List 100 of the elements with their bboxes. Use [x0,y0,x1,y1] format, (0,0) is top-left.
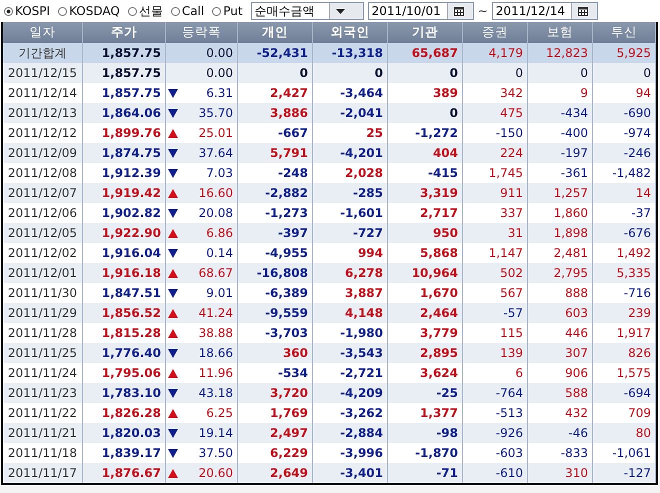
flow-cell: 1,257 [528,183,593,203]
market-radio[interactable]: Call [170,4,204,18]
flow-cell: 502 [463,263,528,283]
calendar-icon [578,6,588,16]
date-cell: 2011/11/17 [3,463,83,483]
flow-cell: 3,319 [388,183,463,203]
flow-cell: -397 [238,223,313,243]
flow-cell: 307 [528,343,593,363]
date-cell: 2011/12/15 [3,63,83,83]
flow-cell: 14 [593,183,656,203]
flow-cell: -16,808 [238,263,313,283]
price-cell: 1,856.52 [83,303,166,323]
flow-cell: 2,497 [238,423,313,443]
flow-cell: 2,795 [528,263,593,283]
market-radio[interactable]: Put [212,4,243,18]
change-cell: 35.70 [166,103,238,123]
price-cell: 1,919.42 [83,183,166,203]
up-triangle-icon [168,408,178,418]
flow-cell: -71 [388,463,463,483]
flow-cell: -4,209 [313,383,388,403]
down-triangle-icon [168,248,178,258]
market-radio[interactable]: KOSDAQ [58,4,120,18]
price-cell: 1,876.67 [83,463,166,483]
flow-cell: 404 [388,143,463,163]
price-cell: 1,820.03 [83,423,166,443]
flow-cell: 0 [238,63,313,83]
down-triangle-icon [168,288,178,298]
date-field[interactable]: 2011/12/14 [492,2,598,20]
flow-cell: -926 [463,423,528,443]
date-cell: 2011/11/23 [3,383,83,403]
down-triangle-icon [168,148,178,158]
change-cell: 0.00 [166,63,238,83]
flow-cell: 588 [528,383,593,403]
flow-cell: -4,201 [313,143,388,163]
up-triangle-icon [168,468,178,478]
up-triangle-icon [168,128,178,138]
flow-cell: 310 [528,463,593,483]
measure-dropdown[interactable]: 순매수금액 [250,2,364,20]
price-cell: 1,857.75 [83,63,166,83]
flow-cell: -57 [463,303,528,323]
price-cell: 1,783.10 [83,383,166,403]
flow-cell: 0 [463,63,528,83]
flow-cell: 0 [313,63,388,83]
down-triangle-icon [168,88,178,98]
flow-cell: 2,464 [388,303,463,323]
flow-cell: 0 [528,63,593,83]
change-cell: 37.64 [166,143,238,163]
flow-cell: 360 [238,343,313,363]
up-triangle-icon [168,268,178,278]
up-triangle-icon [168,308,178,318]
change-cell: 6.86 [166,223,238,243]
flow-cell: 6,278 [313,263,388,283]
flow-cell: -3,543 [313,343,388,363]
market-radio[interactable]: 선물 [128,2,163,20]
change-cell: 68.67 [166,263,238,283]
flow-cell: -9,559 [238,303,313,323]
flow-cell: 5,791 [238,143,313,163]
date-cell: 2011/11/25 [3,343,83,363]
flow-cell: -246 [593,143,656,163]
flow-cell: 3,720 [238,383,313,403]
flow-cell: 475 [463,103,528,123]
flow-cell: 4,148 [313,303,388,323]
down-triangle-icon [168,208,178,218]
flow-cell: 3,886 [238,103,313,123]
flow-cell: -690 [593,103,656,123]
flow-cell: -694 [593,383,656,403]
caret-icon [336,8,346,14]
down-triangle-icon [168,388,178,398]
date-field[interactable]: 2011/10/01 [368,2,474,20]
flow-cell: 0 [593,63,656,83]
down-triangle-icon [168,428,178,438]
change-cell: 43.18 [166,383,238,403]
flow-cell: -2,882 [238,183,313,203]
price-cell: 1,864.06 [83,103,166,123]
flow-cell: -3,401 [313,463,388,483]
flow-cell: 826 [593,343,656,363]
down-triangle-icon [168,348,178,358]
flow-cell: -46 [528,423,593,443]
flow-cell: -610 [463,463,528,483]
price-cell: 1,916.18 [83,263,166,283]
calendar-icon [454,6,464,16]
flow-cell: 5,335 [593,263,656,283]
date-cell: 2011/12/09 [3,143,83,163]
change-cell: 19.14 [166,423,238,443]
flow-cell: 239 [593,303,656,323]
change-cell: 16.60 [166,183,238,203]
flow-cell: 31 [463,223,528,243]
flow-cell: -727 [313,223,388,243]
flow-cell: -2,884 [313,423,388,443]
flow-cell: 0 [388,63,463,83]
flow-cell: 2,649 [238,463,313,483]
flow-cell: 0 [388,103,463,123]
up-triangle-icon [168,368,178,378]
flow-cell: -434 [528,103,593,123]
flow-cell: -676 [593,223,656,243]
price-cell: 1,776.40 [83,343,166,363]
flow-cell: 2,895 [388,343,463,363]
flow-cell: -25 [388,383,463,403]
market-radio[interactable]: KOSPI [4,4,50,18]
date-cell: 2011/12/01 [3,263,83,283]
